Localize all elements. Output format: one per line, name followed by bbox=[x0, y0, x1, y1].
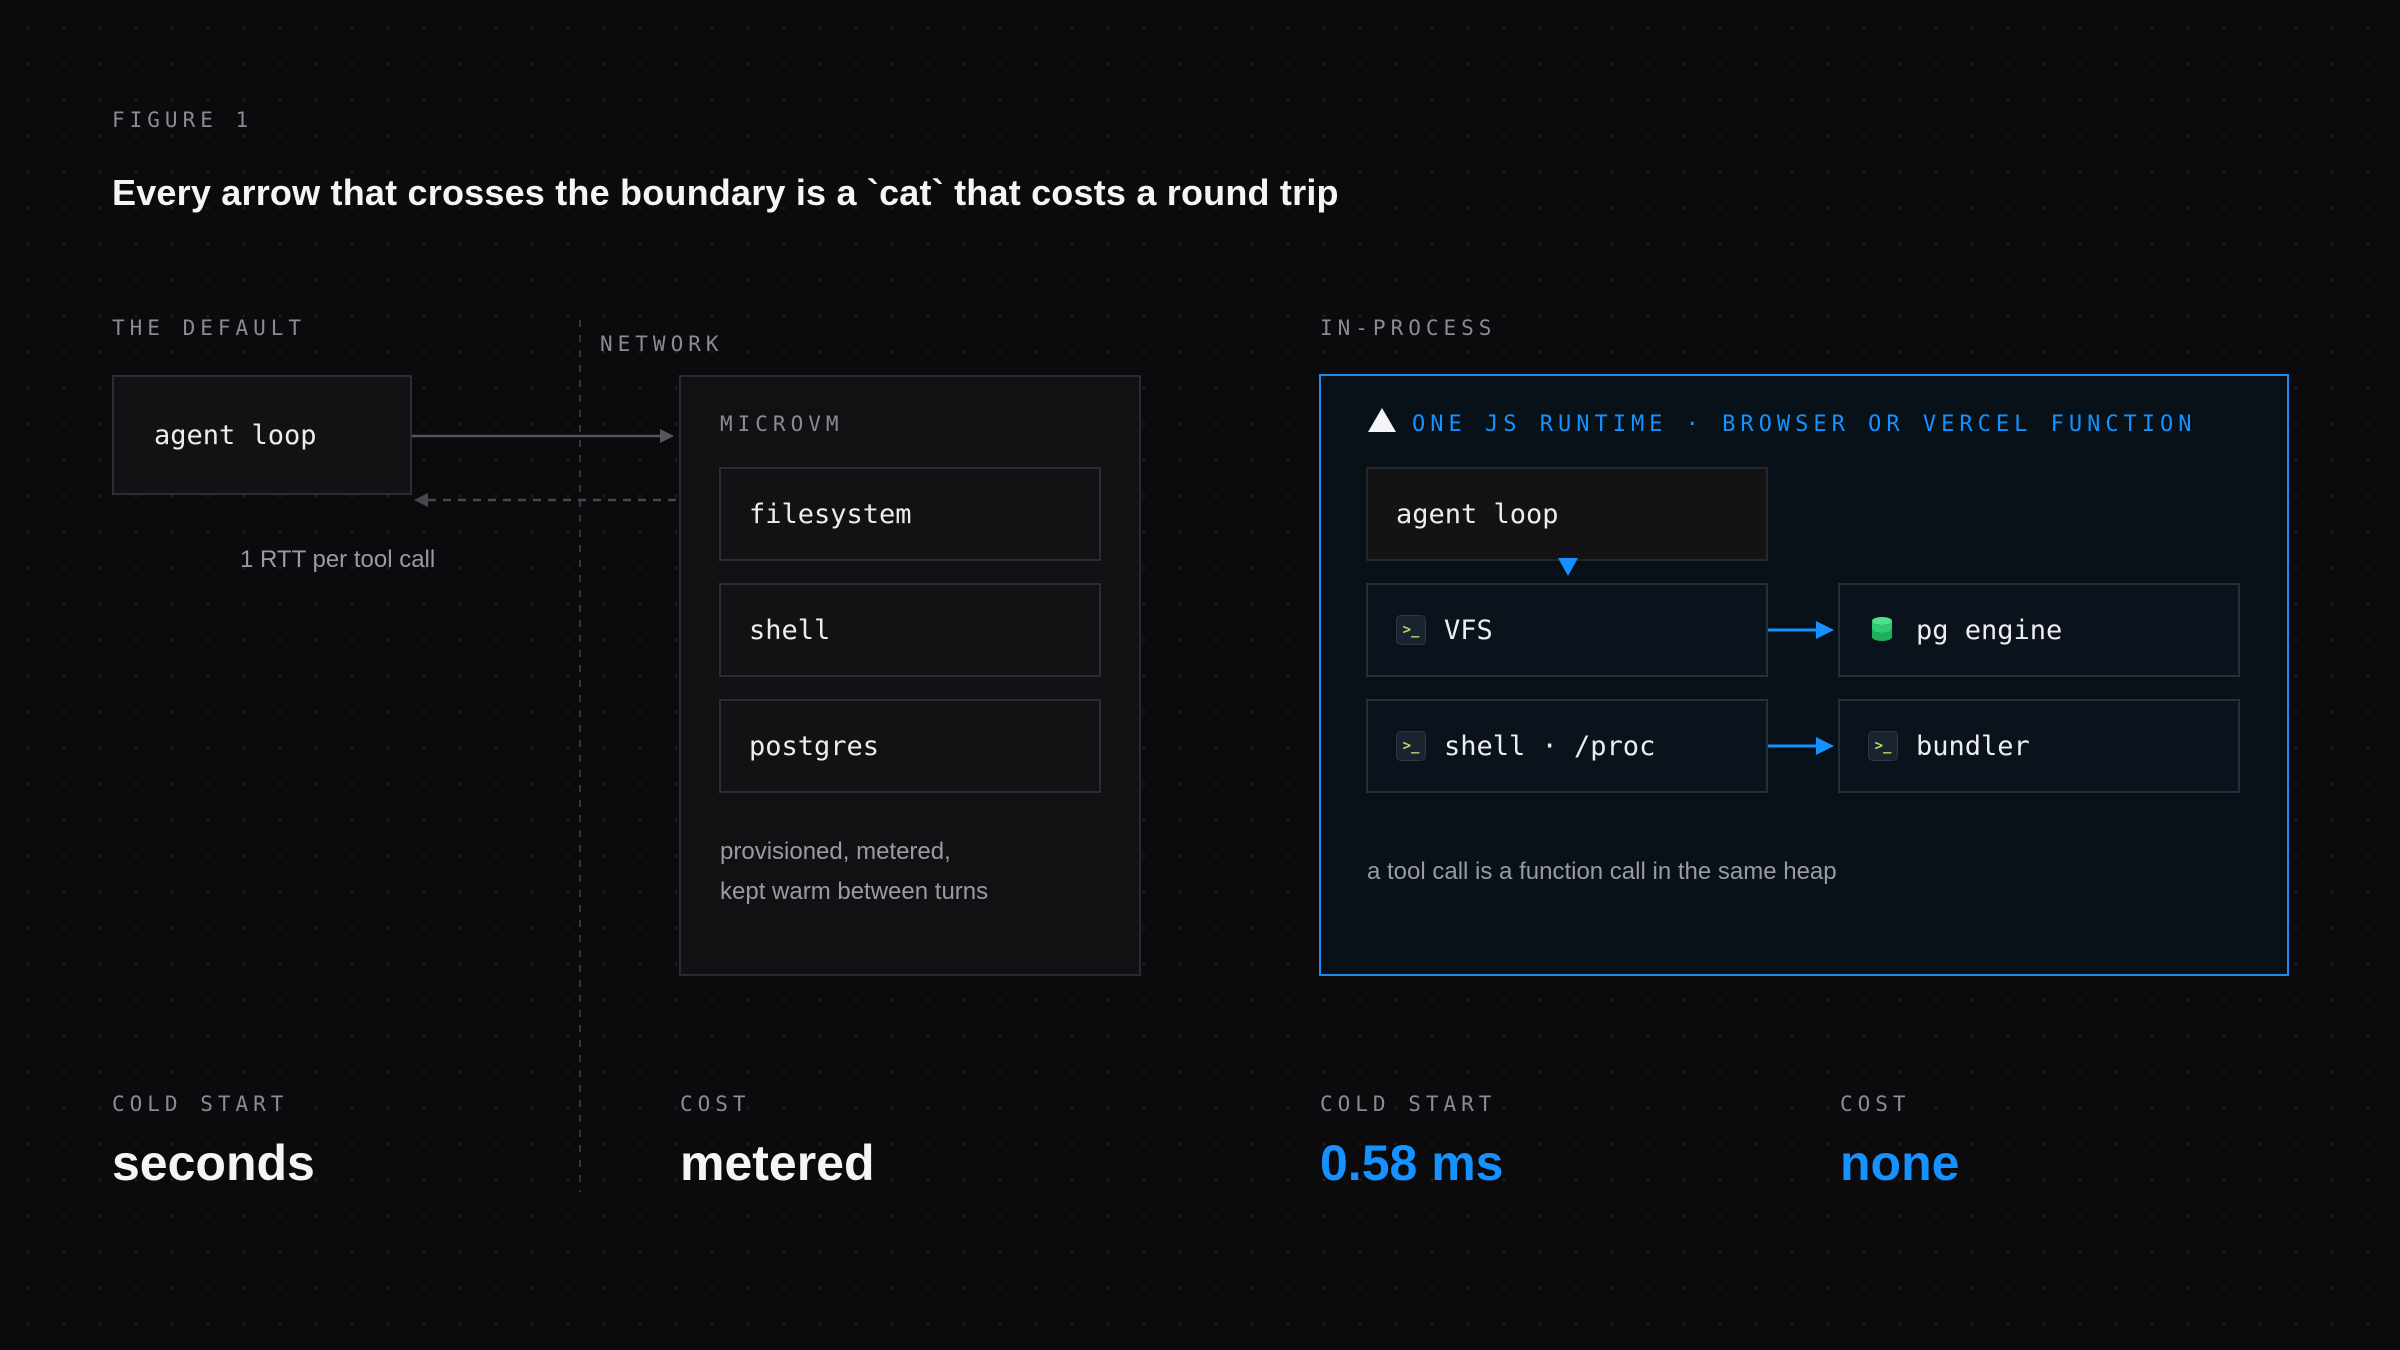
shell-to-bundler-arrow bbox=[1768, 737, 1834, 755]
microvm-label: MICROVM bbox=[720, 412, 844, 436]
figure-title: Every arrow that crosses the boundary is… bbox=[112, 172, 1339, 213]
figure-label: FIGURE 1 bbox=[112, 108, 254, 132]
stat-value-cold-start-default: seconds bbox=[112, 1135, 315, 1191]
stat-value-cost-in-process: none bbox=[1840, 1135, 1960, 1191]
filesystem-box: filesystem bbox=[719, 467, 1101, 561]
stat-label-cold-start-in-process: COLD START bbox=[1320, 1092, 1497, 1116]
microvm-note-line2: kept warm between turns bbox=[720, 878, 989, 905]
in-process-note: a tool call is a function call in the sa… bbox=[1367, 858, 1837, 885]
agent-loop-box-default: agent loop bbox=[112, 375, 412, 495]
microvm-note-line1: provisioned, metered, bbox=[720, 838, 951, 865]
stat-value-cold-start-in-process: 0.58 ms bbox=[1320, 1135, 1504, 1191]
terminal-icon: >_ bbox=[1868, 731, 1898, 761]
vfs-to-pg-arrow bbox=[1768, 621, 1834, 639]
shell-proc-box: >_ shell · /proc bbox=[1366, 699, 1768, 793]
agent-loop-down-arrow bbox=[1558, 558, 1578, 576]
stat-label-cost-in-process: COST bbox=[1840, 1092, 1911, 1116]
agent-loop-label: agent loop bbox=[154, 419, 317, 451]
pg-engine-box: pg engine bbox=[1838, 583, 2240, 677]
terminal-icon: >_ bbox=[1396, 731, 1426, 761]
database-icon bbox=[1870, 616, 1894, 644]
stat-value-cost-default: metered bbox=[680, 1135, 875, 1191]
stat-label-cold-start-default: COLD START bbox=[112, 1092, 289, 1116]
vfs-box: >_ VFS bbox=[1366, 583, 1768, 677]
section-label-default: THE DEFAULT bbox=[112, 316, 307, 340]
runtime-label: ONE JS RUNTIME · BROWSER OR VERCEL FUNCT… bbox=[1412, 412, 2197, 437]
postgres-box: postgres bbox=[719, 699, 1101, 793]
terminal-icon: >_ bbox=[1396, 615, 1426, 645]
agent-loop-box-in-process: agent loop bbox=[1366, 467, 1768, 561]
network-arrows bbox=[412, 429, 676, 507]
bundler-box: >_ bundler bbox=[1838, 699, 2240, 793]
shell-box: shell bbox=[719, 583, 1101, 677]
triangle-logo-icon bbox=[1368, 408, 1396, 432]
network-label: NETWORK bbox=[600, 332, 724, 356]
rtt-note: 1 RTT per tool call bbox=[240, 546, 436, 573]
stat-label-cost-default: COST bbox=[680, 1092, 751, 1116]
section-label-in-process: IN-PROCESS bbox=[1320, 316, 1497, 340]
